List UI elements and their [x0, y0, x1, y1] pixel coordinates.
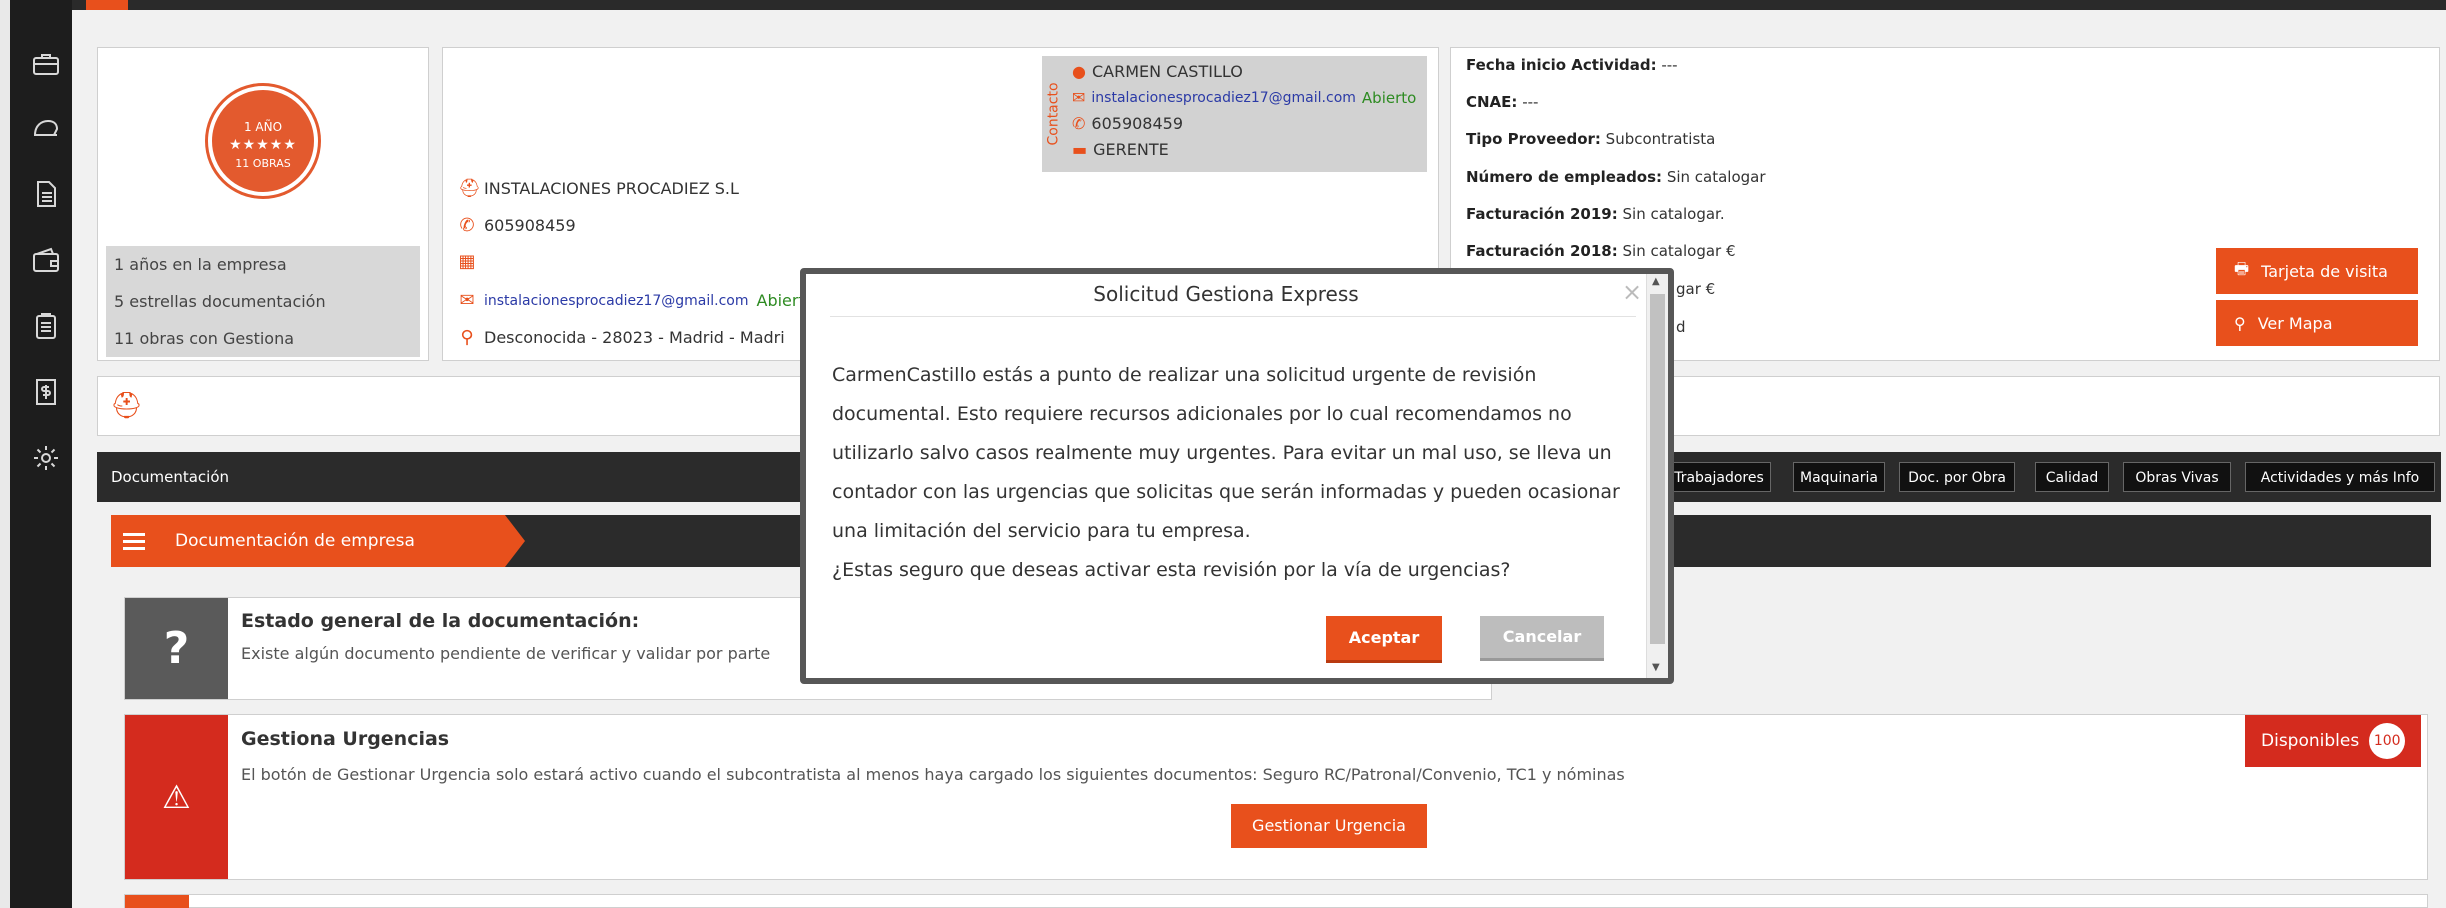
modal-line: contador con las urgencias que solicitas… — [832, 481, 1620, 503]
modal-title: Solicitud Gestiona Express — [1093, 282, 1359, 306]
modal-scrollbar[interactable]: ▲ ▼ — [1646, 274, 1668, 678]
modal-divider — [830, 316, 1636, 317]
modal-line: documental. Esto requiere recursos adici… — [832, 403, 1572, 425]
express-request-modal: Solicitud Gestiona Express × CarmenCasti… — [800, 268, 1674, 684]
cancel-button[interactable]: Cancelar — [1480, 616, 1604, 658]
close-icon[interactable]: × — [1622, 278, 1642, 306]
modal-line: utilizarlo salvo casos realmente muy urg… — [832, 442, 1612, 464]
scroll-down-icon[interactable]: ▼ — [1652, 662, 1660, 673]
accept-button[interactable]: Aceptar — [1326, 616, 1442, 660]
scroll-up-icon[interactable]: ▲ — [1652, 276, 1660, 287]
modal-body: CarmenCastillo estás a punto de realizar… — [832, 356, 1632, 590]
modal-line: CarmenCastillo estás a punto de realizar… — [832, 364, 1537, 386]
modal-line: una limitación del servicio para tu empr… — [832, 520, 1251, 542]
scrollbar-thumb[interactable] — [1650, 294, 1665, 644]
modal-line: ¿Estas seguro que deseas activar esta re… — [832, 559, 1511, 581]
